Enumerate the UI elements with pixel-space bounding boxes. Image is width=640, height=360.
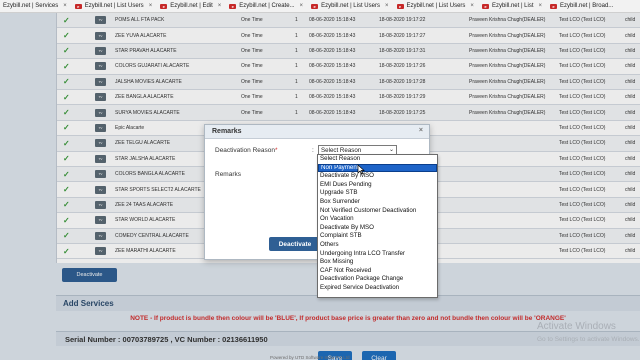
- dropdown-option[interactable]: Box Missing: [318, 258, 437, 267]
- browser-tab[interactable]: e Ezybill.net | List Users ×: [307, 0, 392, 12]
- dropdown-option[interactable]: Upgrade STB: [318, 189, 437, 198]
- modal-title: Remarks: [212, 128, 242, 135]
- dropdown-option[interactable]: Expired Service Deactivation: [318, 284, 437, 293]
- dropdown-option[interactable]: Complaint STB: [318, 232, 437, 241]
- dropdown-option[interactable]: Undergoing Intra LCO Transfer: [318, 250, 437, 259]
- site-favicon-icon: e: [160, 3, 168, 9]
- modal-header: Remarks ×: [205, 125, 429, 139]
- tab-label: Ezybill.net | List: [491, 3, 534, 9]
- dropdown-option[interactable]: On Vacation: [318, 215, 437, 224]
- close-icon[interactable]: ×: [300, 3, 304, 9]
- close-icon[interactable]: ×: [385, 3, 389, 9]
- close-icon[interactable]: ×: [470, 3, 474, 9]
- tab-label: Ezybill.net | List Users: [84, 3, 144, 9]
- reason-dropdown-list: Select Reason Non Payment Deactivate By MS…: [317, 154, 438, 298]
- browser-tab[interactable]: e Ezybill.net | Broad...: [546, 0, 617, 12]
- deactivation-reason-label: Deactivation Reason*: [215, 147, 278, 154]
- dropdown-option[interactable]: Not Verified Customer Deactivation: [318, 207, 437, 216]
- tab-label: Ezybill.net | Edit: [170, 3, 213, 9]
- close-icon[interactable]: ×: [419, 127, 423, 134]
- site-favicon-icon: e: [229, 3, 237, 9]
- browser-tab[interactable]: e Ezybill.net | Create... ×: [225, 0, 307, 12]
- site-favicon-icon: e: [481, 3, 489, 9]
- mouse-cursor-icon: [357, 164, 365, 175]
- dropdown-option[interactable]: CAF Not Received: [318, 267, 437, 276]
- browser-tab[interactable]: e Ezybill.net | List ×: [478, 0, 546, 12]
- site-favicon-icon: e: [396, 3, 404, 9]
- site-favicon-icon: e: [550, 3, 558, 9]
- browser-tab[interactable]: e Ezybill.net | List Users ×: [393, 0, 478, 12]
- close-icon[interactable]: ×: [63, 3, 67, 9]
- select-value: Select Reason: [321, 147, 362, 154]
- site-favicon-icon: e: [311, 3, 319, 9]
- close-icon[interactable]: ×: [218, 3, 222, 9]
- tab-label: Ezybill.net | Services: [3, 3, 59, 9]
- dropdown-option[interactable]: Deactivation Package Change: [318, 275, 437, 284]
- label-colon: :: [312, 147, 314, 154]
- tab-label: Ezybill.net | List Users: [406, 3, 466, 9]
- reason-label-text: Deactivation Reason: [215, 147, 275, 154]
- tab-label: Ezybill.net | List Users: [321, 3, 380, 9]
- chevron-down-icon: ⌄: [388, 147, 394, 153]
- dropdown-option[interactable]: Deactivate By MSO: [318, 172, 437, 181]
- tab-label: Ezybill.net | Broad...: [560, 3, 614, 9]
- remarks-label: Remarks: [215, 171, 242, 178]
- close-icon[interactable]: ×: [539, 3, 543, 9]
- dropdown-option[interactable]: Select Reason: [318, 155, 437, 164]
- dropdown-option[interactable]: Deactivate By MSO: [318, 224, 437, 233]
- close-icon[interactable]: ×: [149, 3, 153, 9]
- browser-tab[interactable]: e Ezybill.net | List Users ×: [71, 0, 156, 12]
- browser-tab[interactable]: Ezybill.net | Services ×: [0, 0, 71, 12]
- dropdown-option[interactable]: Box Surrender: [318, 198, 437, 207]
- browser-tab[interactable]: e Ezybill.net | Edit ×: [156, 0, 225, 12]
- site-favicon-icon: e: [74, 3, 82, 9]
- dropdown-option[interactable]: Others: [318, 241, 437, 250]
- browser-tab-bar: Ezybill.net | Services × e Ezybill.net | L…: [0, 0, 640, 13]
- dropdown-option[interactable]: Non Payment: [318, 163, 437, 173]
- modal-deactivate-button[interactable]: Deactivate: [269, 237, 321, 251]
- tab-label: Ezybill.net | Create...: [239, 3, 295, 9]
- required-mark: *: [274, 147, 278, 154]
- dropdown-option[interactable]: EMI Dues Pending: [318, 181, 437, 190]
